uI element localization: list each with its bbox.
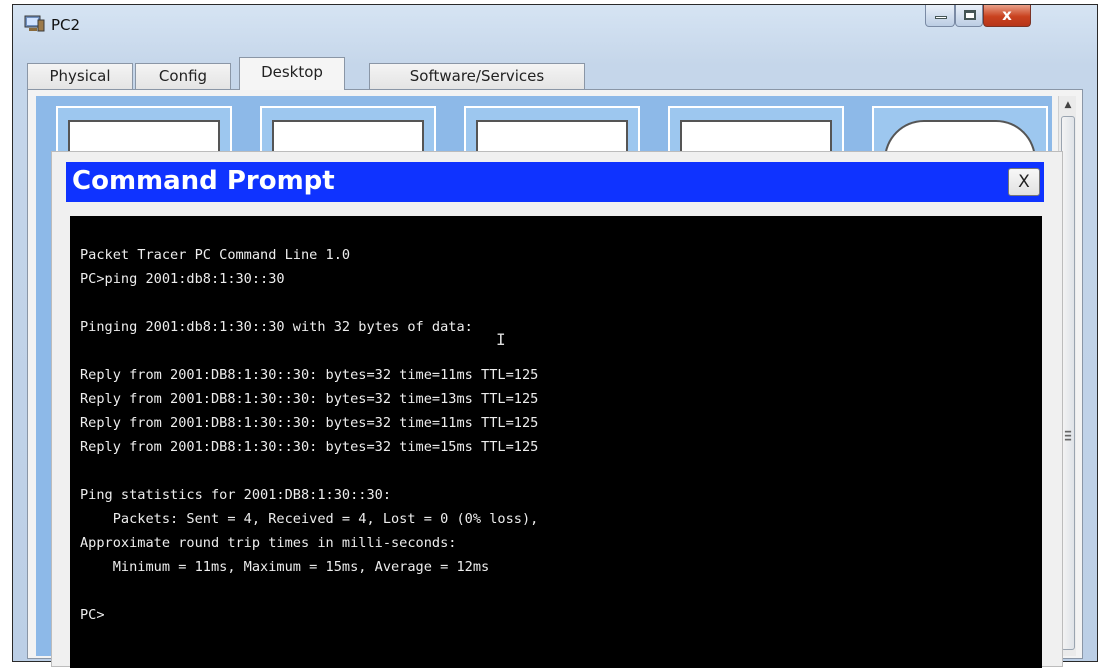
dial-up-icon[interactable] xyxy=(260,106,436,162)
pc-computer-icon xyxy=(24,15,45,32)
command-prompt-icon[interactable] xyxy=(668,106,844,162)
tab-desktop[interactable]: Desktop xyxy=(239,57,345,90)
title-bar[interactable]: PC2 x xyxy=(13,5,1097,45)
close-window-button[interactable]: x xyxy=(983,5,1031,27)
text-cursor-icon: I xyxy=(496,330,506,349)
scroll-thumb[interactable]: ━ ━ ━ xyxy=(1061,116,1075,650)
web-browser-icon[interactable] xyxy=(872,106,1048,162)
maximize-icon xyxy=(964,10,976,20)
terminal-icon[interactable] xyxy=(464,106,640,162)
terminal-line: Pinging 2001:db8:1:30::30 with 32 bytes … xyxy=(80,319,473,335)
terminal-output[interactable]: Packet Tracer PC Command Line 1.0 PC>pin… xyxy=(70,216,1042,668)
close-icon: x xyxy=(1002,6,1012,24)
pc2-window: PC2 x Physical Config Desktop Software/S… xyxy=(12,4,1098,668)
tab-label: Desktop xyxy=(261,63,323,81)
terminal-line: Reply from 2001:DB8:1:30::30: bytes=32 t… xyxy=(80,415,539,431)
terminal-line: Packet Tracer PC Command Line 1.0 xyxy=(80,247,351,263)
tab-config[interactable]: Config xyxy=(135,63,231,89)
ip-configuration-icon[interactable] xyxy=(56,106,232,162)
terminal-line: Reply from 2001:DB8:1:30::30: bytes=32 t… xyxy=(80,439,539,455)
minimize-button[interactable] xyxy=(925,5,955,27)
tab-label: Physical xyxy=(49,67,111,85)
tab-software-services[interactable]: Software/Services xyxy=(369,63,585,89)
command-prompt-window: Command Prompt X Packet Tracer PC Comman… xyxy=(51,151,1063,668)
grip-icon: ━ ━ ━ xyxy=(1065,427,1072,446)
command-prompt-close-button[interactable]: X xyxy=(1008,168,1040,196)
maximize-button[interactable] xyxy=(955,5,983,27)
terminal-line: Minimum = 11ms, Maximum = 15ms, Average … xyxy=(80,559,490,575)
terminal-line: Approximate round trip times in milli-se… xyxy=(80,535,457,551)
tab-label: Config xyxy=(158,67,208,85)
command-prompt-header: Command Prompt X xyxy=(66,162,1044,202)
terminal-line: Packets: Sent = 4, Received = 4, Lost = … xyxy=(80,511,539,527)
terminal-line: PC>ping 2001:db8:1:30::30 xyxy=(80,271,285,287)
tab-label: Software/Services xyxy=(409,67,545,85)
tab-physical[interactable]: Physical xyxy=(27,63,133,89)
scroll-up-arrow-icon[interactable]: ▲ xyxy=(1059,96,1077,114)
terminal-prompt-line: PC> xyxy=(80,607,105,623)
minimize-icon xyxy=(935,16,947,19)
command-prompt-title: Command Prompt xyxy=(72,166,335,196)
terminal-line: Reply from 2001:DB8:1:30::30: bytes=32 t… xyxy=(80,391,539,407)
close-icon: X xyxy=(1018,172,1030,192)
terminal-line: Reply from 2001:DB8:1:30::30: bytes=32 t… xyxy=(80,367,539,383)
terminal-line: Ping statistics for 2001:DB8:1:30::30: xyxy=(80,487,391,503)
window-title: PC2 xyxy=(51,16,81,34)
